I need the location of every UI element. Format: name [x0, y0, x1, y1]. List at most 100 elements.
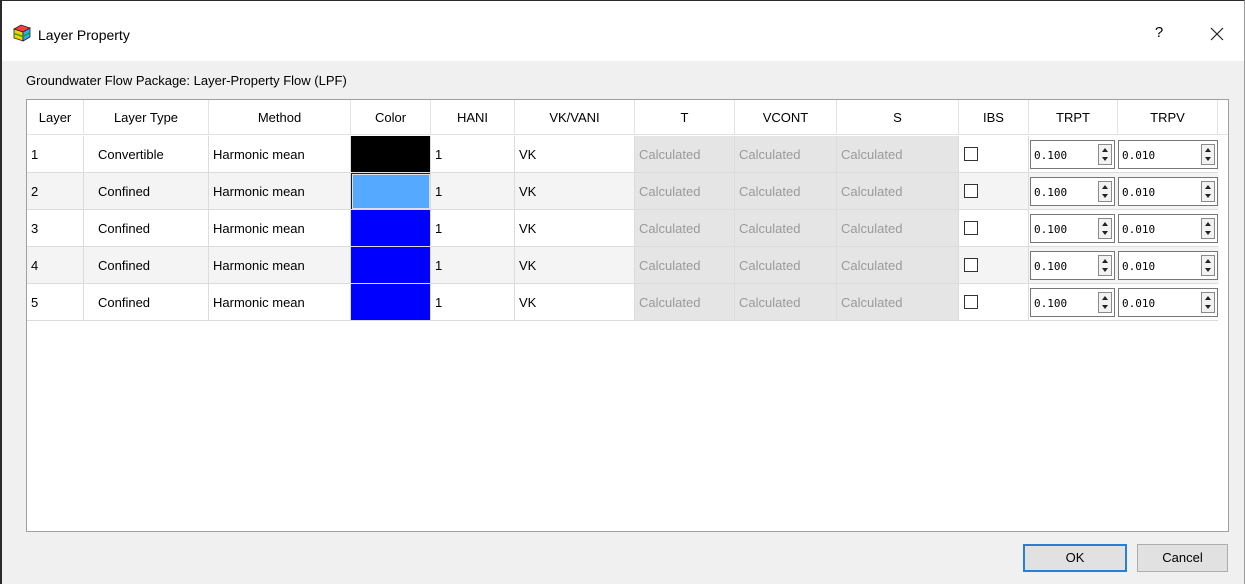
cell-color[interactable] [351, 136, 431, 173]
trpt-stepper-icon[interactable] [1098, 292, 1112, 313]
column-header-trpv[interactable]: TRPV [1118, 100, 1218, 135]
trpt-value[interactable]: 0.100 [1034, 252, 1067, 281]
cell-layer-type[interactable]: Confined [84, 210, 209, 247]
cell-method[interactable]: Harmonic mean [209, 284, 351, 321]
cell-color[interactable] [351, 284, 431, 321]
cancel-button[interactable]: Cancel [1137, 544, 1228, 572]
trpv-value[interactable]: 0.010 [1122, 289, 1155, 318]
cell-vk-vani[interactable]: VK [515, 247, 635, 284]
trpt-value[interactable]: 0.100 [1034, 289, 1067, 318]
column-header-color[interactable]: Color [351, 100, 431, 135]
cell-layer-type[interactable]: Convertible [84, 136, 209, 173]
cell-ibs [959, 136, 1029, 173]
table-row[interactable]: 3 Confined Harmonic mean 1 VK Calculated… [27, 210, 1219, 247]
column-header-vk-vani[interactable]: VK/VANI [515, 100, 635, 135]
trpt-spinbox[interactable]: 0.100 [1030, 140, 1115, 169]
cell-vk-vani[interactable]: VK [515, 136, 635, 173]
column-header-method[interactable]: Method [209, 100, 351, 135]
trpv-value[interactable]: 0.010 [1122, 215, 1155, 244]
ok-button[interactable]: OK [1023, 544, 1127, 572]
column-header-layer[interactable]: Layer [27, 100, 84, 135]
trpv-stepper-icon[interactable] [1201, 181, 1215, 202]
cell-hani[interactable]: 1 [431, 136, 515, 173]
table-row[interactable]: 1 Convertible Harmonic mean 1 VK Calcula… [27, 136, 1219, 173]
trpt-value[interactable]: 0.100 [1034, 141, 1067, 170]
color-swatch[interactable] [351, 173, 430, 209]
trpt-value[interactable]: 0.100 [1034, 178, 1067, 207]
color-swatch[interactable] [351, 247, 430, 283]
cell-vk-vani[interactable]: VK [515, 210, 635, 247]
table-row[interactable]: 2 Confined Harmonic mean 1 VK Calculated… [27, 173, 1219, 210]
column-header-layer-type[interactable]: Layer Type [84, 100, 209, 135]
cell-layer[interactable]: 3 [27, 210, 84, 247]
column-header-s[interactable]: S [837, 100, 959, 135]
trpt-stepper-icon[interactable] [1098, 255, 1112, 276]
ibs-checkbox[interactable] [964, 295, 978, 309]
package-label: Groundwater Flow Package: Layer-Property… [26, 73, 347, 88]
cell-layer[interactable]: 2 [27, 173, 84, 210]
ibs-checkbox[interactable] [964, 147, 978, 161]
cell-layer[interactable]: 5 [27, 284, 84, 321]
cell-layer-type[interactable]: Confined [84, 284, 209, 321]
color-swatch[interactable] [351, 136, 430, 172]
cell-hani[interactable]: 1 [431, 173, 515, 210]
column-header-t[interactable]: T [635, 100, 735, 135]
trpv-spinbox[interactable]: 0.010 [1118, 140, 1218, 169]
cell-trpv: 0.010 [1118, 136, 1218, 173]
column-header-ibs[interactable]: IBS [959, 100, 1029, 135]
cell-method[interactable]: Harmonic mean [209, 247, 351, 284]
help-button[interactable]: ? [1149, 21, 1169, 45]
color-swatch[interactable] [351, 284, 430, 320]
trpt-stepper-icon[interactable] [1098, 181, 1112, 202]
ibs-checkbox[interactable] [964, 184, 978, 198]
trpv-stepper-icon[interactable] [1201, 292, 1215, 313]
trpv-spinbox[interactable]: 0.010 [1118, 288, 1218, 317]
trpt-spinbox[interactable]: 0.100 [1030, 177, 1115, 206]
cell-layer-type[interactable]: Confined [84, 173, 209, 210]
table-row[interactable]: 4 Confined Harmonic mean 1 VK Calculated… [27, 247, 1219, 284]
cell-t: Calculated [635, 173, 735, 210]
cell-layer-type[interactable]: Confined [84, 247, 209, 284]
close-button[interactable] [1202, 19, 1232, 47]
ibs-checkbox[interactable] [964, 258, 978, 272]
column-header-hani[interactable]: HANI [431, 100, 515, 135]
trpt-spinbox[interactable]: 0.100 [1030, 288, 1115, 317]
cell-color[interactable] [351, 247, 431, 284]
trpv-stepper-icon[interactable] [1201, 255, 1215, 276]
cell-hani[interactable]: 1 [431, 284, 515, 321]
cell-layer[interactable]: 1 [27, 136, 84, 173]
cell-trpt: 0.100 [1029, 247, 1118, 284]
cell-method[interactable]: Harmonic mean [209, 173, 351, 210]
cell-vk-vani[interactable]: VK [515, 284, 635, 321]
cell-color[interactable] [351, 173, 431, 210]
trpt-stepper-icon[interactable] [1098, 218, 1112, 239]
window-title: Layer Property [38, 27, 130, 43]
trpv-spinbox[interactable]: 0.010 [1118, 177, 1218, 206]
trpv-stepper-icon[interactable] [1201, 218, 1215, 239]
trpv-value[interactable]: 0.010 [1122, 252, 1155, 281]
color-swatch[interactable] [351, 210, 430, 246]
cell-vk-vani[interactable]: VK [515, 173, 635, 210]
cell-layer[interactable]: 4 [27, 247, 84, 284]
trpv-value[interactable]: 0.010 [1122, 178, 1155, 207]
trpt-spinbox[interactable]: 0.100 [1030, 214, 1115, 243]
layer-cube-icon [13, 24, 31, 42]
cell-hani[interactable]: 1 [431, 210, 515, 247]
cell-s: Calculated [837, 173, 959, 210]
column-header-trpt[interactable]: TRPT [1029, 100, 1118, 135]
cell-method[interactable]: Harmonic mean [209, 210, 351, 247]
trpt-spinbox[interactable]: 0.100 [1030, 251, 1115, 280]
cell-hani[interactable]: 1 [431, 247, 515, 284]
column-header-vcont[interactable]: VCONT [735, 100, 837, 135]
trpt-value[interactable]: 0.100 [1034, 215, 1067, 244]
trpv-spinbox[interactable]: 0.010 [1118, 251, 1218, 280]
trpv-stepper-icon[interactable] [1201, 144, 1215, 165]
trpv-spinbox[interactable]: 0.010 [1118, 214, 1218, 243]
table-row[interactable]: 5 Confined Harmonic mean 1 VK Calculated… [27, 284, 1219, 321]
trpt-stepper-icon[interactable] [1098, 144, 1112, 165]
cell-color[interactable] [351, 210, 431, 247]
cell-method[interactable]: Harmonic mean [209, 136, 351, 173]
ibs-checkbox[interactable] [964, 221, 978, 235]
trpv-value[interactable]: 0.010 [1122, 141, 1155, 170]
close-icon [1210, 27, 1224, 40]
